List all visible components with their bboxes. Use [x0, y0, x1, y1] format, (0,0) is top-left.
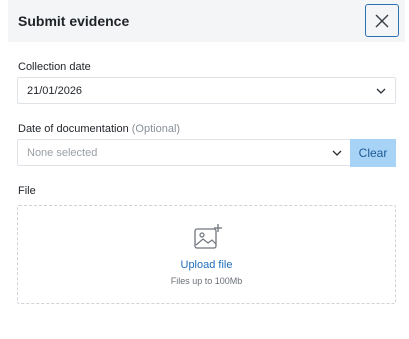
- documentation-date-label-text: Date of documentation: [18, 123, 129, 135]
- documentation-date-placeholder: None selected: [27, 146, 98, 159]
- close-button[interactable]: [365, 4, 399, 37]
- collection-date-value: 21/01/2026: [27, 84, 83, 97]
- file-dropzone[interactable]: Upload file Files up to 100Mb: [17, 205, 396, 304]
- collection-date-label: Collection date: [18, 61, 91, 73]
- documentation-date-select[interactable]: None selected: [17, 139, 351, 166]
- dialog-header: Submit evidence: [8, 0, 405, 42]
- upload-file-link[interactable]: Upload file: [18, 259, 395, 271]
- image-add-icon: [194, 224, 222, 249]
- file-label-text: File: [18, 185, 36, 197]
- chevron-down-icon: [332, 150, 342, 156]
- collection-date-label-text: Collection date: [18, 61, 91, 73]
- upload-hint: Files up to 100Mb: [170, 276, 243, 286]
- clear-button[interactable]: Clear: [350, 139, 396, 167]
- close-icon: [375, 14, 389, 27]
- file-label: File: [18, 185, 36, 197]
- chevron-down-icon: [376, 88, 386, 94]
- optional-label: (Optional): [131, 123, 181, 135]
- dialog-title: Submit evidence: [18, 13, 130, 29]
- collection-date-select[interactable]: 21/01/2026: [17, 77, 396, 104]
- documentation-date-label: Date of documentation (Optional): [18, 123, 180, 135]
